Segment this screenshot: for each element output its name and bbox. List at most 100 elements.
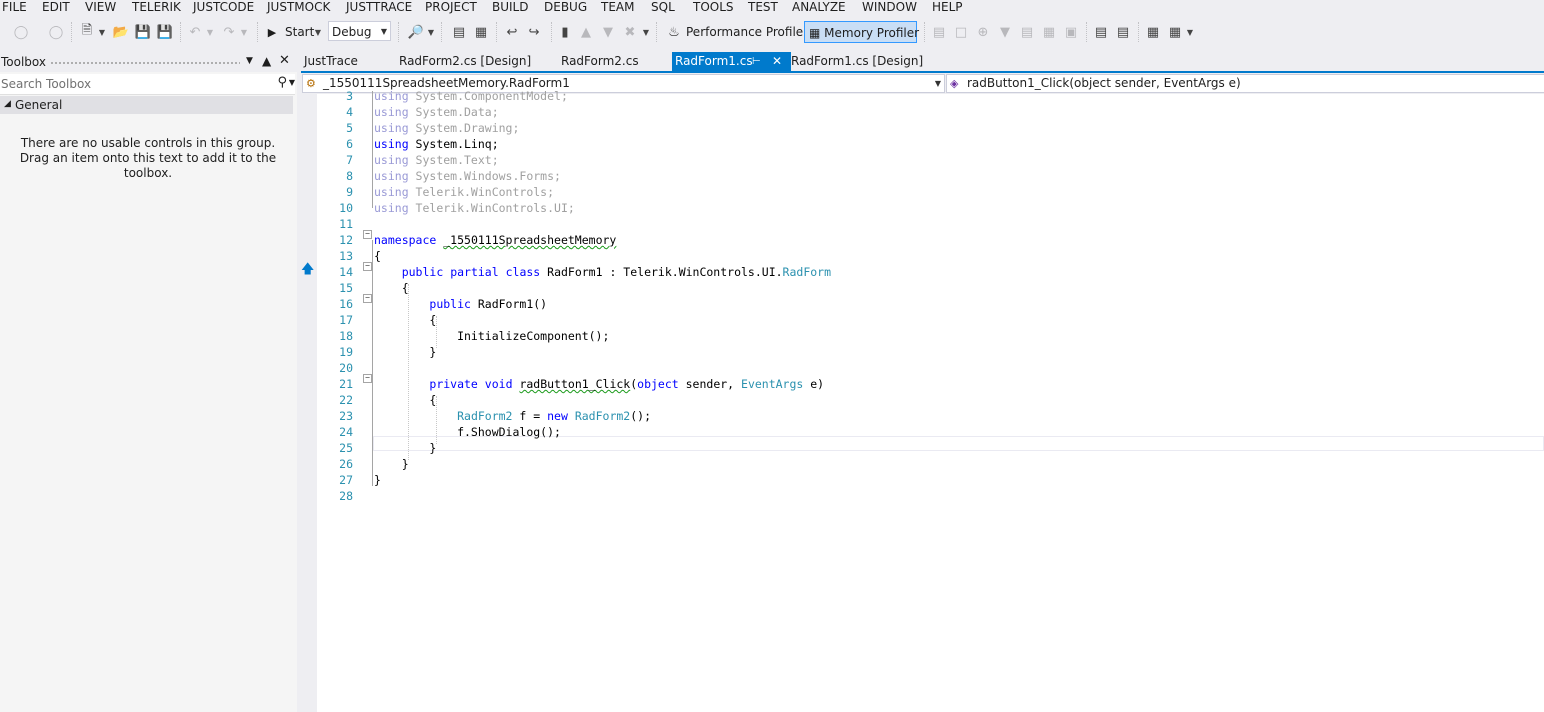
- menu-debug[interactable]: DEBUG: [544, 0, 587, 15]
- menu-telerik[interactable]: TELERIK: [132, 0, 181, 15]
- menu-sql[interactable]: SQL: [651, 0, 675, 15]
- code-editor[interactable]: 🡅 3 4 5 6 7 8 9 10 11 12 13 14 15 16 17 18 19 20 21 22 23 24 2…: [301, 89, 1544, 712]
- comment-icon[interactable]: ↩: [503, 21, 521, 43]
- clear-bookmarks-icon[interactable]: ✖: [622, 21, 638, 43]
- new-project-dropdown-icon[interactable]: ▼: [97, 21, 107, 43]
- code-line[interactable]: using System.Drawing;: [374, 120, 519, 136]
- toolbox-search-input[interactable]: [0, 74, 263, 94]
- code-line[interactable]: RadForm2 f = new RadForm2();: [374, 408, 651, 424]
- code-line[interactable]: {: [374, 312, 436, 328]
- tab-justtrace[interactable]: JustTrace: [304, 52, 358, 71]
- code-line[interactable]: using System.Data;: [374, 104, 499, 120]
- next-bookmark-icon[interactable]: ▼: [600, 21, 616, 43]
- expand-triangle-icon[interactable]: ◢: [4, 99, 11, 109]
- menu-project[interactable]: PROJECT: [425, 0, 477, 15]
- form-designer-icon[interactable]: ▤: [1092, 21, 1110, 43]
- redo-icon[interactable]: ↷: [220, 21, 238, 43]
- code-line[interactable]: using System.Linq;: [374, 136, 499, 152]
- memory-profiler-button[interactable]: ▦ Memory Profiler: [804, 21, 919, 43]
- collapse-namespace-icon[interactable]: −: [363, 230, 372, 239]
- copy-icon[interactable]: ▦: [1040, 21, 1058, 43]
- close-icon[interactable]: ✕: [279, 53, 290, 68]
- open-file-icon[interactable]: 📂: [112, 21, 130, 43]
- back-icon[interactable]: ◯: [12, 21, 30, 43]
- menu-edit[interactable]: EDIT: [42, 0, 70, 15]
- compare-icon[interactable]: ▣: [1062, 21, 1080, 43]
- code-line[interactable]: private void radButton1_Click(object sen…: [374, 376, 824, 392]
- menu-file[interactable]: FILE: [2, 0, 27, 15]
- menu-justmock[interactable]: JUSTMOCK: [267, 0, 330, 15]
- code-line[interactable]: using System.Windows.Forms;: [374, 168, 561, 184]
- bookmark-icon[interactable]: ▮: [558, 21, 572, 43]
- code-line[interactable]: public RadForm1(): [374, 296, 547, 312]
- tab-radform2-cs[interactable]: RadForm2.cs: [561, 52, 639, 71]
- menu-test[interactable]: TEST: [748, 0, 778, 15]
- toolbar-overflow-icon[interactable]: ▼: [427, 21, 435, 43]
- code-line[interactable]: {: [374, 248, 381, 264]
- code-line[interactable]: }: [374, 456, 409, 472]
- undo-dropdown-icon[interactable]: ▼: [205, 21, 215, 43]
- save-all-icon[interactable]: 💾: [156, 21, 174, 43]
- menu-justcode[interactable]: JUSTCODE: [193, 0, 254, 15]
- globe-icon[interactable]: ⊕: [974, 21, 992, 43]
- tab-radform1-design[interactable]: RadForm1.cs [Design]: [791, 52, 923, 71]
- new-project-icon[interactable]: 🗎: [79, 21, 95, 43]
- menu-help[interactable]: HELP: [932, 0, 963, 15]
- code-line[interactable]: public partial class RadForm1 : Telerik.…: [374, 264, 831, 280]
- code-line[interactable]: }: [374, 440, 436, 456]
- code-line[interactable]: {: [374, 392, 436, 408]
- list-icon[interactable]: ▤: [1018, 21, 1036, 43]
- forward-icon[interactable]: ◯: [48, 21, 64, 43]
- code-line[interactable]: }: [374, 344, 436, 360]
- form-layout-icon[interactable]: ▤: [1114, 21, 1132, 43]
- code-line[interactable]: using System.ComponentModel;: [374, 88, 568, 104]
- start-button[interactable]: Start: [285, 21, 314, 43]
- filter-icon[interactable]: ▼: [996, 21, 1014, 43]
- code-line[interactable]: }: [374, 472, 381, 488]
- properties-icon[interactable]: ▦: [472, 21, 490, 43]
- code-line[interactable]: using Telerik.WinControls.UI;: [374, 200, 575, 216]
- member-selector[interactable]: ◈ radButton1_Click(object sender, EventA…: [946, 74, 1544, 93]
- search-options-icon[interactable]: ▼: [289, 78, 295, 87]
- save-icon[interactable]: 💾: [134, 21, 152, 43]
- chevron-down-icon[interactable]: ▼: [246, 56, 253, 66]
- toolbox-group-general[interactable]: ◢ General: [0, 96, 293, 114]
- collapse-class-icon[interactable]: −: [363, 262, 372, 271]
- redo-dropdown-icon[interactable]: ▼: [239, 21, 249, 43]
- database-icon[interactable]: ▦: [1144, 21, 1162, 43]
- code-line[interactable]: using Telerik.WinControls;: [374, 184, 554, 200]
- close-icon[interactable]: ✕: [772, 52, 782, 71]
- start-play-icon[interactable]: ▶: [265, 21, 279, 43]
- drag-handle-icon[interactable]: [50, 61, 240, 65]
- tab-radform1-cs[interactable]: RadForm1.cs ⊢ ✕: [672, 52, 791, 71]
- code-line[interactable]: using System.Text;: [374, 152, 499, 168]
- pin-icon[interactable]: ▲: [262, 54, 271, 68]
- solution-configuration-select[interactable]: Debug ▼: [328, 21, 391, 41]
- menu-analyze[interactable]: ANALYZE: [792, 0, 846, 15]
- collapse-method-icon[interactable]: −: [363, 374, 372, 383]
- menu-justtrace[interactable]: JUSTTRACE: [346, 0, 412, 15]
- code-line[interactable]: InitializeComponent();: [374, 328, 609, 344]
- menu-build[interactable]: BUILD: [492, 0, 528, 15]
- menu-view[interactable]: VIEW: [85, 0, 116, 15]
- collapse-constructor-icon[interactable]: −: [363, 294, 372, 303]
- lock-icon[interactable]: □: [952, 21, 970, 43]
- find-in-files-icon[interactable]: 🔎: [407, 21, 425, 43]
- previous-bookmark-icon[interactable]: ▲: [578, 21, 594, 43]
- menu-tools[interactable]: TOOLS: [693, 0, 734, 15]
- code-line[interactable]: {: [374, 280, 409, 296]
- undo-icon[interactable]: ↶: [186, 21, 204, 43]
- menu-team[interactable]: TEAM: [601, 0, 634, 15]
- tab-radform2-design[interactable]: RadForm2.cs [Design]: [399, 52, 531, 71]
- pin-icon[interactable]: ⊢: [752, 52, 761, 71]
- solution-explorer-icon[interactable]: ▤: [450, 21, 468, 43]
- menu-window[interactable]: WINDOW: [862, 0, 917, 15]
- toolbar-overflow-icon[interactable]: ▼: [642, 21, 650, 43]
- code-line[interactable]: namespace _1550111SpreadsheetMemory: [374, 232, 616, 248]
- start-dropdown-icon[interactable]: ▼: [313, 21, 323, 43]
- layout-icon[interactable]: ▤: [930, 21, 948, 43]
- search-icon[interactable]: ⚲: [277, 75, 287, 90]
- code-line[interactable]: f.ShowDialog();: [374, 424, 561, 440]
- performance-profiler-button[interactable]: Performance Profiler: [686, 21, 808, 43]
- toolbar-overflow-icon[interactable]: ▼: [1186, 21, 1194, 43]
